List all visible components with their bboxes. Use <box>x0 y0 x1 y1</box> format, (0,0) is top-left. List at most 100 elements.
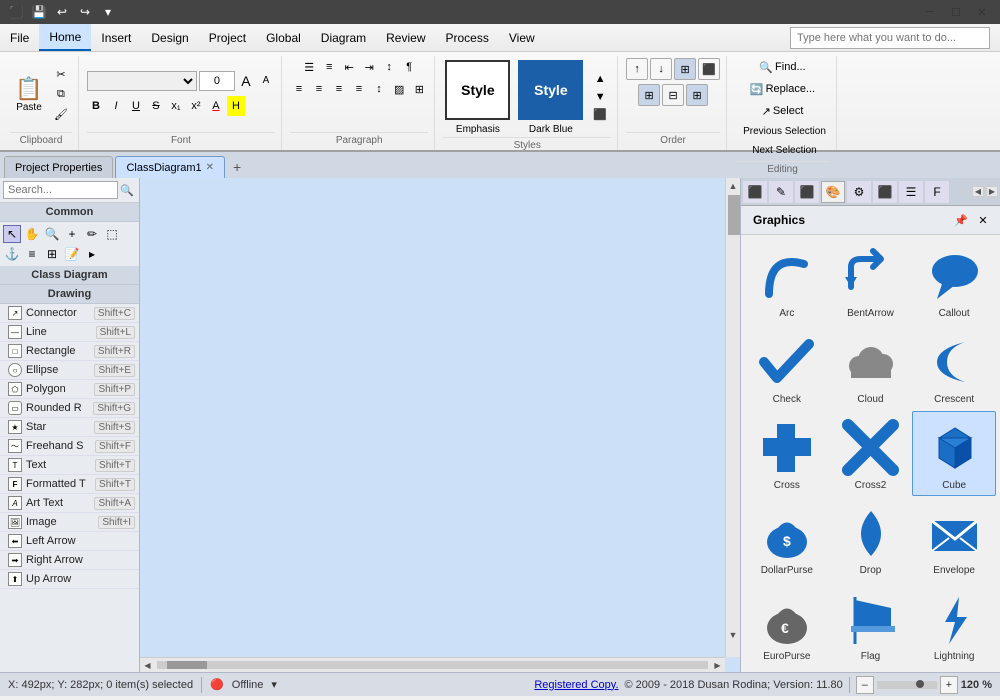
offline-dropdown[interactable]: ▾ <box>271 678 277 691</box>
tool-list[interactable]: ≡ <box>23 245 41 263</box>
highlight-button[interactable]: H <box>227 96 245 116</box>
menu-design[interactable]: Design <box>141 24 198 51</box>
maximize-button[interactable]: ☐ <box>944 2 968 22</box>
border-button[interactable]: ⊞ <box>410 80 428 98</box>
font-size-increase[interactable]: A <box>237 71 255 91</box>
drawing-item-rounded-rect[interactable]: ▭ Rounded R Shift+G <box>0 399 139 418</box>
tab-class-diagram[interactable]: ClassDiagram1 ✕ <box>115 156 225 178</box>
tool-pen[interactable]: ✏ <box>83 225 101 243</box>
drawing-item-art-text[interactable]: A Art Text Shift+A <box>0 494 139 513</box>
drawing-item-image[interactable]: 🖼 Image Shift+I <box>0 513 139 532</box>
drawing-item-up-arrow[interactable]: ⬆ Up Arrow <box>0 570 139 589</box>
registered-copy-link[interactable]: Registered Copy. <box>534 679 618 691</box>
rp-tab-1[interactable]: ⬛ <box>743 181 767 203</box>
drawing-item-polygon[interactable]: ⬠ Polygon Shift+P <box>0 380 139 399</box>
save-button[interactable]: 💾 <box>29 2 49 22</box>
style-dark-blue-button[interactable]: Style <box>518 60 583 120</box>
tab-close-button[interactable]: ✕ <box>206 162 214 173</box>
graphics-item-bentarrow[interactable]: BentArrow <box>829 239 913 325</box>
menu-project[interactable]: Project <box>199 24 256 51</box>
menu-view[interactable]: View <box>499 24 545 51</box>
tool-note[interactable]: 📝 <box>63 245 81 263</box>
tool-crosshair[interactable]: + <box>63 225 81 243</box>
font-color-button[interactable]: A <box>207 96 225 116</box>
order-btn-6[interactable]: ⊟ <box>662 84 684 106</box>
menu-insert[interactable]: Insert <box>91 24 141 51</box>
drawing-item-line[interactable]: — Line Shift+L <box>0 323 139 342</box>
rp-tab-5[interactable]: ⚙ <box>847 181 871 203</box>
close-button[interactable]: ✕ <box>970 2 994 22</box>
scroll-thumb[interactable] <box>167 661 207 669</box>
underline-button[interactable]: U <box>127 96 145 116</box>
drawing-item-connector[interactable]: ↗ Connector Shift+C <box>0 304 139 323</box>
strikethrough-button[interactable]: S <box>147 96 165 116</box>
rp-tab-graphics[interactable]: 🎨 <box>821 181 845 203</box>
redo-button[interactable]: ↪ <box>75 2 95 22</box>
graphics-item-callout[interactable]: Callout <box>912 239 996 325</box>
graphics-item-cross2[interactable]: Cross2 <box>829 411 913 497</box>
bold-button[interactable]: B <box>87 96 105 116</box>
drawing-item-star[interactable]: ★ Star Shift+S <box>0 418 139 437</box>
tool-eraser[interactable]: ⬚ <box>103 225 121 243</box>
menu-process[interactable]: Process <box>436 24 499 51</box>
menu-review[interactable]: Review <box>376 24 435 51</box>
tool-zoom[interactable]: 🔍 <box>43 225 61 243</box>
rp-tab-8[interactable]: F <box>925 181 949 203</box>
scroll-left-button[interactable]: ◀ <box>140 658 155 673</box>
zoom-slider[interactable] <box>877 681 937 689</box>
rp-tab-6[interactable]: ⬛ <box>873 181 897 203</box>
horizontal-scrollbar[interactable]: ◀ ▶ <box>140 657 725 672</box>
scroll-right-button[interactable]: ▶ <box>710 658 725 673</box>
align-right-button[interactable]: ≡ <box>330 80 348 98</box>
panel-search-input[interactable] <box>3 181 118 199</box>
order-btn-2[interactable]: ↓ <box>650 58 672 80</box>
select-button[interactable]: ↗ Select <box>757 102 809 120</box>
graphics-item-cloud[interactable]: Cloud <box>829 325 913 411</box>
rp-tab-7[interactable]: ☰ <box>899 181 923 203</box>
drawing-item-formatted-text[interactable]: F Formatted T Shift+T <box>0 475 139 494</box>
canvas-area[interactable]: ▲ ▼ ◀ ▶ <box>140 178 740 672</box>
menu-global[interactable]: Global <box>256 24 311 51</box>
cut-button[interactable]: ✂ <box>50 65 72 83</box>
graphics-item-drop[interactable]: Drop <box>829 496 913 582</box>
right-panel-scroll-up[interactable]: ◀ <box>972 186 984 197</box>
tool-more[interactable]: ▸ <box>83 245 101 263</box>
format-painter-button[interactable]: 🖌 <box>50 105 72 123</box>
next-selection-button[interactable]: Next Selection <box>739 141 830 159</box>
drawing-item-right-arrow[interactable]: ➡ Right Arrow <box>0 551 139 570</box>
styles-more[interactable]: ⬛ <box>589 106 611 124</box>
drawing-item-text[interactable]: T Text Shift+T <box>0 456 139 475</box>
graphics-item-flag[interactable]: Flag <box>829 582 913 668</box>
styles-scroll-down[interactable]: ▼ <box>591 88 610 106</box>
rp-tab-2[interactable]: ✎ <box>769 181 793 203</box>
graphics-item-envelope[interactable]: Envelope <box>912 496 996 582</box>
zoom-in-button[interactable]: + <box>940 676 958 694</box>
align-left-button[interactable]: ≡ <box>290 80 308 98</box>
font-size-input[interactable] <box>199 71 235 91</box>
tab-project-properties[interactable]: Project Properties <box>4 156 113 178</box>
graphics-item-dollarpurse[interactable]: $ DollarPurse <box>745 496 829 582</box>
right-panel-scroll-down[interactable]: ▶ <box>986 186 998 197</box>
order-btn-4[interactable]: ⬛ <box>698 58 720 80</box>
order-btn-5[interactable]: ⊞ <box>638 84 660 106</box>
drawing-item-ellipse[interactable]: ○ Ellipse Shift+E <box>0 361 139 380</box>
replace-button[interactable]: 🔄 Replace... <box>745 80 820 98</box>
customize-button[interactable]: ▾ <box>98 2 118 22</box>
vertical-scrollbar[interactable]: ▲ ▼ <box>725 178 740 657</box>
font-name-select[interactable] <box>87 71 197 91</box>
order-btn-7[interactable]: ⊞ <box>686 84 708 106</box>
graphics-item-cube[interactable]: Cube <box>912 411 996 497</box>
font-size-decrease[interactable]: A <box>257 71 275 91</box>
indent-increase-button[interactable]: ⇥ <box>360 58 378 76</box>
undo-button[interactable]: ↩ <box>52 2 72 22</box>
find-button[interactable]: 🔍 Find... <box>754 58 810 76</box>
indent-decrease-button[interactable]: ⇤ <box>340 58 358 76</box>
minimize-button[interactable]: ─ <box>918 2 942 22</box>
rp-tab-3[interactable]: ⬛ <box>795 181 819 203</box>
tool-anchor[interactable]: ⚓ <box>3 245 21 263</box>
sort-button[interactable]: ↕ <box>380 58 398 76</box>
styles-scroll-up[interactable]: ▲ <box>591 70 610 88</box>
graphics-item-arc[interactable]: Arc <box>745 239 829 325</box>
list-unordered-button[interactable]: ☰ <box>300 58 318 76</box>
graphics-item-crescent[interactable]: Crescent <box>912 325 996 411</box>
